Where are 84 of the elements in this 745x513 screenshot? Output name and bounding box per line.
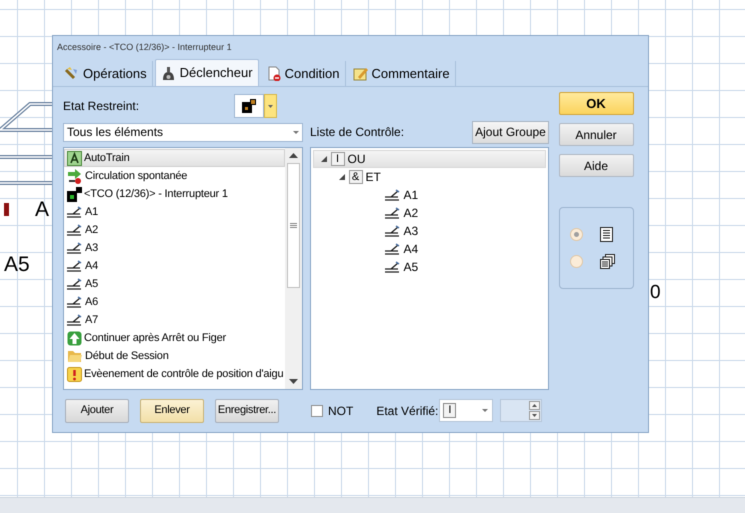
dropdown-arrow-icon [293,130,299,134]
scrollbar[interactable] [284,148,302,389]
canvas-label: A [35,199,50,220]
tree-item[interactable]: A2 [312,204,546,222]
list-item[interactable]: A6 [64,293,284,311]
folder-icon [67,349,83,363]
up-arrow-icon [67,330,82,346]
scroll-thumb[interactable] [286,163,300,288]
action-button[interactable]: Enlever [140,398,204,422]
stacked-windows-icon [600,254,614,269]
state-picker[interactable] [234,94,277,118]
switch-icon [384,261,400,273]
checkbox[interactable] [311,404,323,416]
tab[interactable]: Déclencheur [154,59,259,86]
tree-item[interactable]: A4 [312,240,546,258]
radio-button[interactable] [570,255,582,268]
tree-item[interactable]: A5 [312,258,546,276]
list-item[interactable]: A2 [64,221,284,239]
window-title: Accessoire - <TCO (12/36)> - Interrupteur 1 [56,41,233,54]
signal-icon [241,98,257,114]
not-checkbox-option[interactable]: NOT [311,402,354,420]
tree-item[interactable]: A3 [312,222,546,240]
arrow-icon [67,168,83,184]
tab[interactable]: Condition [260,61,346,86]
number-spinner[interactable] [500,399,542,422]
switch-icon [67,314,83,326]
dropdown-arrow-icon [482,409,488,412]
list-item[interactable]: Continuer après Arrêt ou Figer [64,329,284,347]
switch-icon [67,296,83,308]
expanded-arrow-icon[interactable] [320,156,326,162]
ok-button[interactable]: OK [558,92,634,115]
dialog-button[interactable]: Annuler [558,123,634,146]
operator-symbol: I [330,152,344,166]
dropdown-arrow-icon [268,104,273,108]
list-item[interactable]: AutoTrain [64,149,284,167]
field-label: Liste de Contrôle: [310,124,406,141]
verified-state-dropdown[interactable]: I [439,399,494,422]
tab[interactable]: Commentaire [348,61,456,86]
list-item[interactable]: A1 [64,203,284,221]
list-item[interactable]: A3 [64,239,284,257]
list-item[interactable]: <TCO (12/36)> - Interrupteur 1 [64,185,284,203]
hand-bell-icon [160,66,176,80]
operator-symbol: & [348,170,362,184]
switch-icon [67,224,83,236]
canvas-label: 0 [650,283,661,302]
field-label: Etat Restreint: [63,98,140,115]
switch-icon [67,260,83,272]
list-icon [600,227,612,242]
list-item[interactable]: A4 [64,257,284,275]
list-item[interactable]: Evèenement de contrôle de position d'aigu [64,365,284,383]
canvas-label: A5 [4,254,30,275]
action-button[interactable]: Ajouter [65,398,129,422]
switch-icon [67,206,83,218]
action-button[interactable]: Enregistrer... [215,398,279,422]
tree-item[interactable]: A1 [312,186,546,204]
switch-icon [384,207,400,219]
document-stop-icon [266,66,281,81]
tree-item[interactable]: I OU [312,150,546,168]
list-item[interactable]: A5 [64,275,284,293]
field-label: Etat Vérifié: [376,402,440,420]
tab[interactable]: Opérations [59,61,153,86]
expanded-arrow-icon[interactable] [338,174,344,180]
switch-icon [67,242,83,254]
switch-icon [384,243,400,255]
switch-icon [384,225,400,237]
filter-dropdown[interactable]: Tous les éléments [63,122,303,142]
list-item[interactable]: Début de Session [64,347,284,365]
scroll-up-icon [288,153,298,158]
wand-icon [64,66,79,81]
notepad-pencil-icon [352,66,368,81]
warning-icon [67,366,82,382]
list-item[interactable]: A7 [64,311,284,329]
switch-icon [384,189,400,201]
tile-icon [67,150,82,166]
dialog-button[interactable]: Aide [558,154,634,177]
signal-icon [67,186,82,202]
list-item[interactable]: Circulation spontanée [64,167,284,185]
add-group-button[interactable]: Ajout Groupe [472,120,549,144]
tree-item[interactable]: & ET [312,168,546,186]
scroll-down-icon [288,379,298,384]
switch-icon [67,278,83,290]
grip-icon [290,223,296,228]
radio-button[interactable] [570,228,582,241]
spinner-arrows-icon [529,401,540,420]
